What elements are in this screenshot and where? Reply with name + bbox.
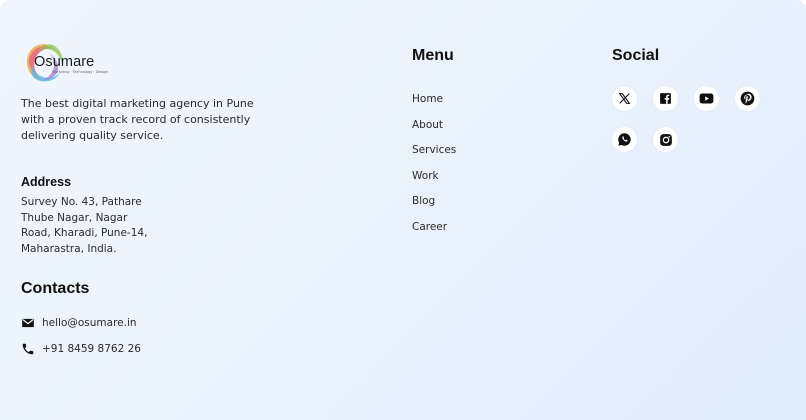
mail-icon: [21, 316, 35, 330]
address-line: Thube Nagar, Nagar: [21, 211, 128, 224]
x-link[interactable]: [612, 86, 637, 111]
menu-heading: Menu: [412, 47, 454, 64]
pinterest-icon: [740, 91, 755, 106]
menu-item-services[interactable]: Services: [412, 143, 456, 169]
phone-icon: [21, 342, 35, 356]
contacts-heading: Contacts: [21, 280, 90, 297]
youtube-icon: [699, 93, 714, 104]
instagram-link[interactable]: [653, 127, 678, 152]
instagram-icon: [659, 133, 672, 146]
facebook-link[interactable]: [653, 86, 678, 111]
menu-item-home[interactable]: Home: [412, 92, 456, 118]
whatsapp-link[interactable]: [612, 127, 637, 152]
whatsapp-icon: [618, 133, 631, 146]
address-heading: Address: [21, 175, 72, 189]
address-line: Maharastra, India.: [21, 242, 117, 255]
x-icon: [618, 93, 631, 104]
address-block: Survey No. 43, Pathare Thube Nagar, Naga…: [21, 195, 151, 257]
site-footer: Osumare Marketing · Technology · Design …: [0, 0, 806, 420]
menu-item-work[interactable]: Work: [412, 169, 456, 195]
address-line: Road, Kharadi, Pune-14,: [21, 227, 148, 239]
email-link[interactable]: hello@osumare.in: [21, 316, 137, 330]
brand-logo[interactable]: Osumare Marketing · Technology · Design: [22, 40, 112, 86]
pinterest-link[interactable]: [735, 86, 760, 111]
address-line: Survey No. 43, Pathare: [21, 196, 142, 208]
phone-text: +91 8459 8762 26: [42, 343, 141, 355]
logo-wordmark: Osumare: [34, 54, 95, 70]
menu-item-about[interactable]: About: [412, 118, 456, 144]
youtube-link[interactable]: [694, 86, 719, 111]
email-text: hello@osumare.in: [42, 317, 137, 329]
logo-tagline: Marketing · Technology · Design: [52, 70, 108, 74]
social-heading: Social: [612, 47, 660, 64]
phone-link[interactable]: +91 8459 8762 26: [21, 342, 141, 356]
menu-list: Home About Services Work Blog Career: [412, 92, 456, 246]
menu-item-blog[interactable]: Blog: [412, 194, 456, 220]
facebook-icon: [660, 93, 671, 104]
menu-item-career[interactable]: Career: [412, 220, 456, 246]
brand-description: The best digital marketing agency in Pun…: [21, 97, 254, 142]
